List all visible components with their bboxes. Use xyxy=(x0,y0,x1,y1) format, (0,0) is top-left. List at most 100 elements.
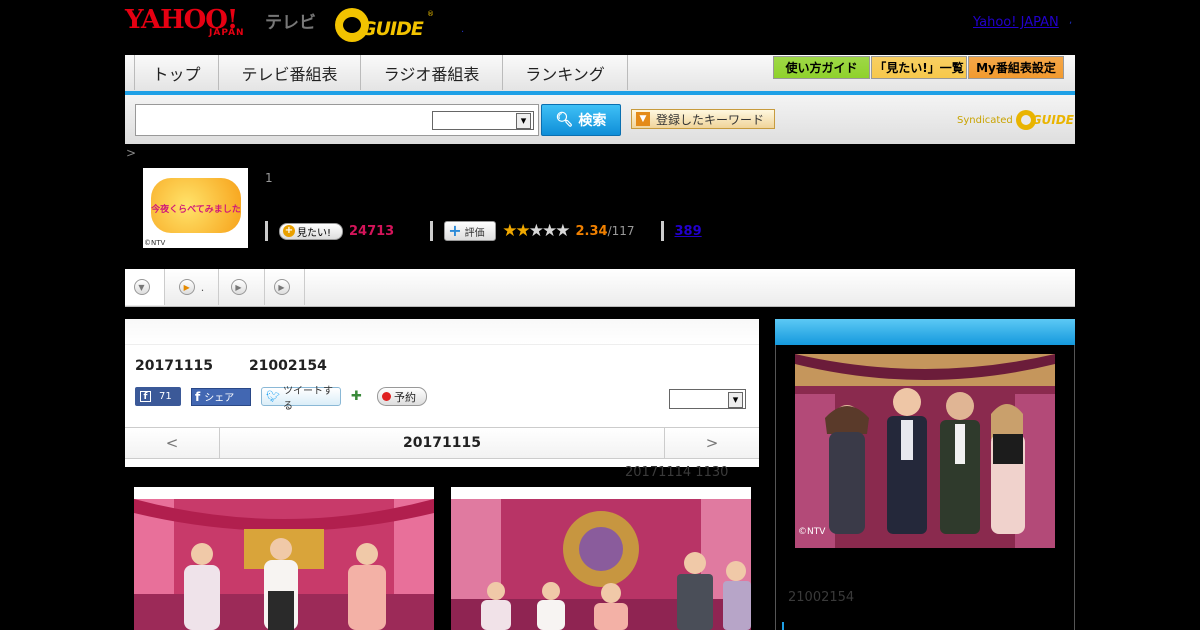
syndicated-label: Syndicated xyxy=(957,114,1013,126)
program-number: 1 xyxy=(265,171,273,185)
saved-keywords-label: 登録したキーワード xyxy=(656,112,765,127)
nav-tab-ranking[interactable]: ランキング xyxy=(503,55,628,90)
facebook-icon: f xyxy=(195,389,201,404)
updated-timestamp: 20171114 1130 xyxy=(625,465,729,480)
divider xyxy=(660,221,664,241)
date-navigation: < 20171115 > xyxy=(125,427,759,459)
nav-tab-top[interactable]: トップ xyxy=(134,55,219,90)
nav-tab-radio-listings[interactable]: ラジオ番組表 xyxy=(361,55,503,90)
registered-mark: ® xyxy=(427,10,434,18)
twitter-bird-icon: 🐦︎ xyxy=(266,390,280,403)
nav-tab-tv-listings[interactable]: テレビ番組表 xyxy=(219,55,361,90)
want-to-watch-button[interactable]: + 見たい! xyxy=(279,222,343,240)
nav-buttons: 使い方ガイド 「見たい!」一覧 My番組表設定 xyxy=(773,56,1065,79)
gguide-small-logo: GUIDE xyxy=(1015,110,1074,130)
social-buttons: f 71 f シェア 🐦︎ ツイートする ✚ 予約 xyxy=(135,386,427,412)
sidebar-accent-mark xyxy=(782,622,784,630)
star-empty-icon: ★ xyxy=(528,221,544,241)
japan-logo-text: JAPAN xyxy=(209,28,245,38)
star-empty-icon: ★ xyxy=(555,221,570,241)
facebook-count: 71 xyxy=(159,391,172,402)
rating-total: /117 xyxy=(607,224,635,238)
bookmark-add-icon[interactable]: ✚ xyxy=(351,389,367,405)
program-subtabs: ▼ ▶ . ▶ ▶ xyxy=(125,269,1075,307)
breadcrumb[interactable]: > xyxy=(126,146,136,160)
star-filled-icon: ★ xyxy=(515,221,530,241)
air-date: 20171115 xyxy=(135,358,213,374)
rating-stars: ★★★★★ xyxy=(502,221,570,241)
subtab-3[interactable]: ▶ xyxy=(219,269,265,305)
episode-panel-header xyxy=(125,319,759,345)
gguide-logo[interactable]: GUIDE ® xyxy=(335,8,434,42)
gguide-logo-text: GUIDE xyxy=(361,18,424,40)
episode-photo-2[interactable] xyxy=(451,487,751,630)
prev-date-button[interactable]: < xyxy=(125,428,220,458)
program-thumbnail[interactable]: 今夜くらべてみました ©NTV xyxy=(143,168,248,248)
saved-keywords-button[interactable]: ▼ 登録したキーワード xyxy=(631,109,775,129)
syndicated-gguide-logo: Syndicated GUIDE xyxy=(957,110,1074,130)
search-bar: 🔍︎ 検索 ▼ 登録したキーワード Syndicated GUIDE xyxy=(125,95,1075,144)
facebook-like-count[interactable]: f 71 xyxy=(135,387,181,406)
tweet-label: ツイートする xyxy=(282,385,333,412)
tweet-button[interactable]: 🐦︎ ツイートする xyxy=(261,386,341,412)
my-listings-settings-button[interactable]: My番組表設定 xyxy=(968,56,1064,79)
facebook-share-label: シェア xyxy=(204,393,235,404)
divider xyxy=(265,221,268,241)
star-filled-icon: ★ xyxy=(502,221,517,241)
yahoo-japan-logo[interactable]: YAHOO! JAPAN xyxy=(125,6,244,42)
play-icon: ▶ xyxy=(273,279,290,295)
sidebar-photo[interactable]: ©NTV xyxy=(795,354,1055,548)
record-dot-icon xyxy=(382,392,391,401)
current-date: 20171115 xyxy=(403,435,481,451)
search-category-select[interactable] xyxy=(432,111,534,130)
play-icon: ▶ xyxy=(178,279,195,295)
episode-panel: 20171115 21002154 f 71 f シェア 🐦︎ ツイートする ✚ … xyxy=(125,319,759,467)
search-icon: 🔍︎ xyxy=(555,112,574,128)
chevron-down-icon: ▼ xyxy=(636,112,650,126)
stage-scene-image xyxy=(451,499,751,630)
gguide-small-logo-text: GUIDE xyxy=(1031,113,1074,127)
episode-select[interactable] xyxy=(669,389,746,409)
sidebar-header xyxy=(775,319,1075,345)
divider xyxy=(430,221,434,241)
reserve-label: 予約 xyxy=(394,390,416,404)
star-empty-icon: ★ xyxy=(541,221,557,241)
facebook-share-button[interactable]: f シェア xyxy=(191,387,251,406)
next-date-button[interactable]: > xyxy=(664,428,759,458)
tv-label[interactable]: テレビ xyxy=(265,8,316,33)
usage-guide-button[interactable]: 使い方ガイド xyxy=(773,56,870,79)
search-button-label: 検索 xyxy=(578,113,607,129)
episode-photo-1[interactable] xyxy=(134,487,434,630)
search-button[interactable]: 🔍︎ 検索 xyxy=(541,104,621,136)
yahoo-japan-link[interactable]: Yahoo! JAPAN xyxy=(973,15,1059,30)
reserve-button[interactable]: 予約 xyxy=(377,387,427,406)
want-to-watch-label: 見たい! xyxy=(297,227,332,239)
want-to-watch-count: 24713 xyxy=(349,223,395,239)
review-count-link[interactable]: 389 xyxy=(675,224,702,239)
header-dot: . xyxy=(461,24,465,35)
cast-photo-image: ©NTV xyxy=(795,354,1055,548)
chevron-down-icon: ▼ xyxy=(133,279,150,295)
facebook-icon: f xyxy=(140,391,151,402)
rate-button[interactable]: + 評価 xyxy=(444,221,497,241)
thumbnail-credit: ©NTV xyxy=(144,239,166,247)
plus-icon: + xyxy=(448,221,462,240)
subtab-4[interactable]: ▶ xyxy=(265,269,305,305)
global-nav: トップ テレビ番組表 ラジオ番組表 ランキング 使い方ガイド 「見たい!」一覧 … xyxy=(125,55,1075,95)
subtab-2[interactable]: ▶ . xyxy=(165,269,219,305)
rating-score: 2.34 xyxy=(575,223,608,239)
play-icon: ▶ xyxy=(230,279,247,295)
subtab-label: . xyxy=(200,280,205,294)
plus-icon: + xyxy=(283,225,295,237)
program-id: 21002154 xyxy=(248,358,327,374)
stage-scene-image xyxy=(134,499,434,630)
program-logo-title: 今夜くらべてみました xyxy=(151,205,241,215)
program-stats: + 見たい! 24713 + 評価 ★★★★★ 2.34 /117 389 xyxy=(265,220,702,242)
page: YAHOO! JAPAN テレビ GUIDE ® . Yahoo! JAPAN … xyxy=(125,0,1075,630)
photo-credit: ©NTV xyxy=(798,527,826,537)
air-info: 20171115 21002154 xyxy=(135,358,327,374)
watchlist-button[interactable]: 「見たい!」一覧 xyxy=(871,56,967,79)
subtab-current[interactable]: ▼ xyxy=(125,269,165,305)
header-link-separator: , xyxy=(1069,15,1073,26)
rate-label: 評価 xyxy=(464,227,485,239)
